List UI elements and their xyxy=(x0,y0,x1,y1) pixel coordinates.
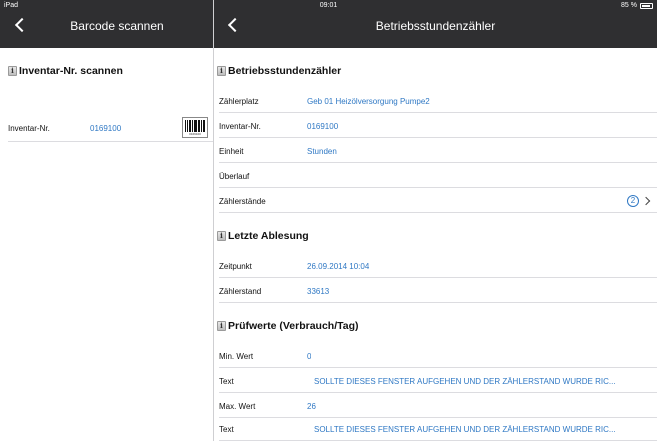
zeitpunkt-row[interactable]: Zeitpunkt 26.09.2014 10:04 xyxy=(219,255,657,278)
row-label: Inventar-Nr. xyxy=(8,123,50,133)
left-nav-title: Barcode scannen xyxy=(70,19,164,33)
row-value: Stunden xyxy=(307,146,337,156)
einheit-row[interactable]: Einheit Stunden xyxy=(219,140,657,163)
info-icon: i xyxy=(217,66,226,76)
row-value: SOLLTE DIESES FENSTER AUFGEHEN UND DER Z… xyxy=(314,376,616,386)
zaehlerstaende-row[interactable]: Zählerstände 2 xyxy=(219,190,657,213)
row-label: Überlauf xyxy=(219,171,250,181)
section-title: Prüfwerte (Verbrauch/Tag) xyxy=(228,320,359,332)
row-label: Zählerplatz xyxy=(219,96,259,106)
min-wert-row[interactable]: Min. Wert 0 xyxy=(219,345,657,368)
inventar-nr-row[interactable]: Inventar-Nr. 0169100 xyxy=(219,115,657,138)
info-icon: i xyxy=(8,66,17,76)
row-label: Inventar-Nr. xyxy=(219,121,261,131)
section-title: Betriebsstundenzähler xyxy=(228,65,342,77)
section-header-scan: i Inventar-Nr. scannen xyxy=(8,59,123,83)
row-label: Zeitpunkt xyxy=(219,261,252,271)
row-label: Min. Wert xyxy=(219,351,254,361)
row-label: Einheit xyxy=(219,146,244,156)
inventar-value[interactable]: 0169100 xyxy=(90,124,121,133)
section-title: Letzte Ablesung xyxy=(228,230,309,242)
row-label: Zählerstände xyxy=(219,196,266,206)
zaehlerstand-row[interactable]: Zählerstand 33613 xyxy=(219,280,657,303)
count-badge: 2 xyxy=(627,195,639,207)
inventar-row[interactable]: Inventar-Nr. 0169100 0169100 xyxy=(8,115,213,142)
clock: 09:01 xyxy=(319,2,338,9)
ueberlauf-row[interactable]: Überlauf xyxy=(219,165,657,188)
section-header-pruefwerte: i Prüfwerte (Verbrauch/Tag) xyxy=(217,314,359,338)
row-label: Max. Wert xyxy=(219,401,256,411)
row-value: 26.09.2014 10:04 xyxy=(307,261,370,271)
row-label: Zählerstand xyxy=(219,286,262,296)
right-nav-title: Betriebsstundenzähler xyxy=(375,19,496,33)
text-row[interactable]: Text SOLLTE DIESES FENSTER AUFGEHEN UND … xyxy=(219,418,657,441)
status-bar: iPad 09:01 85 % xyxy=(0,0,657,12)
row-label: Text xyxy=(219,424,234,434)
zaehlerplatz-row[interactable]: Zählerplatz Geb 01 Heizölversorgung Pump… xyxy=(219,90,657,113)
split-divider xyxy=(213,0,214,441)
row-value: 0169100 xyxy=(307,121,339,131)
row-value: Geb 01 Heizölversorgung Pumpe2 xyxy=(307,96,430,106)
row-value: 26 xyxy=(307,401,316,411)
back-chevron-icon[interactable] xyxy=(14,17,30,33)
row-label: Text xyxy=(219,376,234,386)
left-navbar: Barcode scannen xyxy=(0,12,213,48)
battery-icon xyxy=(640,3,653,9)
text-row[interactable]: Text SOLLTE DIESES FENSTER AUFGEHEN UND … xyxy=(219,370,657,393)
barcode-icon[interactable]: 0169100 xyxy=(182,117,208,138)
row-value: SOLLTE DIESES FENSTER AUFGEHEN UND DER Z… xyxy=(314,424,616,434)
info-icon: i xyxy=(217,231,226,241)
section-header-letzte-ablesung: i Letzte Ablesung xyxy=(217,224,309,248)
app-window: iPad 09:01 85 % Barcode scannen Betriebs… xyxy=(0,0,657,441)
info-icon: i xyxy=(217,321,226,331)
row-value: 33613 xyxy=(307,286,330,296)
section-title: Inventar-Nr. scannen xyxy=(19,65,123,77)
max-wert-row[interactable]: Max. Wert 26 xyxy=(219,395,657,418)
battery-percent: 85 % xyxy=(621,2,637,9)
chevron-right-icon[interactable] xyxy=(641,196,651,206)
section-header-betriebsstundenzaehler: i Betriebsstundenzähler xyxy=(217,59,341,83)
right-navbar: Betriebsstundenzähler xyxy=(214,12,657,48)
row-value: 0 xyxy=(307,351,312,361)
barcode-text: 0169100 xyxy=(189,132,201,136)
